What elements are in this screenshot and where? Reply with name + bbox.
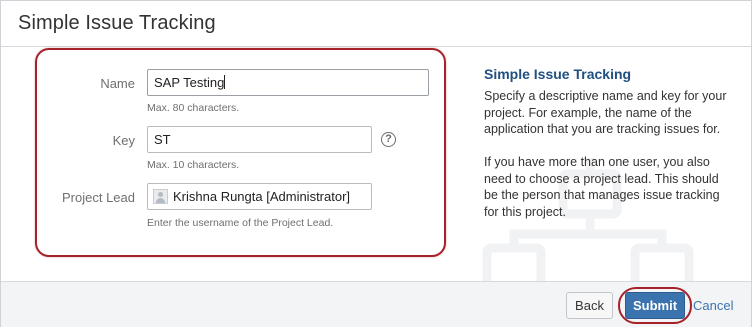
text-line: project. For example, the name of the xyxy=(484,105,692,120)
project-lead-label: Project Lead xyxy=(62,190,135,205)
cancel-link[interactable]: Cancel xyxy=(693,298,733,313)
text-line: Specify a descriptive name and key for y… xyxy=(484,89,727,103)
project-lead-value: Krishna Rungta [Administrator] xyxy=(173,189,351,204)
text-line: application that you are tracking issues… xyxy=(484,122,721,136)
key-hint: Max. 10 characters. xyxy=(147,159,240,171)
dialog-footer: Back Submit Cancel xyxy=(1,281,751,327)
key-input[interactable]: ST xyxy=(147,126,372,153)
text-line: need to choose a project lead. This shou… xyxy=(484,171,719,186)
submit-button[interactable]: Submit xyxy=(625,292,685,319)
help-icon[interactable]: ? xyxy=(381,132,396,147)
help-side-panel: Simple Issue Tracking Specify a descript… xyxy=(459,48,751,281)
side-panel-paragraph-1: Specify a descriptive name and key for y… xyxy=(484,88,740,138)
project-lead-hint: Enter the username of the Project Lead. xyxy=(147,217,334,229)
side-panel-title: Simple Issue Tracking xyxy=(484,66,632,82)
user-avatar-icon xyxy=(153,189,168,204)
name-input[interactable]: SAP Testing xyxy=(147,69,429,96)
key-label: Key xyxy=(112,133,135,148)
back-button[interactable]: Back xyxy=(566,292,613,319)
dialog-title: Simple Issue Tracking xyxy=(18,12,216,34)
text-cursor xyxy=(224,75,226,89)
project-lead-picker[interactable]: Krishna Rungta [Administrator] xyxy=(147,183,372,210)
dialog-header: Simple Issue Tracking xyxy=(1,1,751,47)
name-hint: Max. 80 characters. xyxy=(147,102,240,114)
text-line: for this project. xyxy=(484,204,566,219)
name-input-value: SAP Testing xyxy=(154,75,225,90)
name-label: Name xyxy=(100,76,135,91)
text-line: If you have more than one user, you also xyxy=(484,155,710,169)
key-input-value: ST xyxy=(154,132,171,147)
create-project-dialog: Simple Issue Tracking Name SAP Testing M… xyxy=(0,0,752,327)
text-line: be the person that manages issue trackin… xyxy=(484,188,720,202)
side-panel-paragraph-2: If you have more than one user, you also… xyxy=(484,154,740,220)
